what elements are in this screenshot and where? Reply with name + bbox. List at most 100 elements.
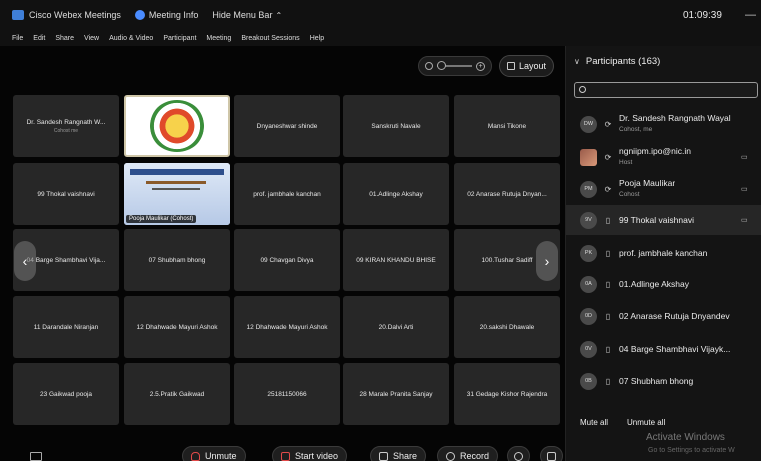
video-tile[interactable]: 12 Dhahwade Mayuri Ashok (234, 296, 340, 358)
video-tile[interactable]: 01.Adlinge Akshay (343, 163, 449, 225)
video-tile[interactable]: Dnyaneshwar shinde (234, 95, 340, 157)
unmute-button[interactable]: Unmute (182, 446, 246, 461)
share-button[interactable]: Share (370, 446, 427, 461)
zoom-slider[interactable]: + (418, 56, 492, 76)
menu-participant[interactable]: Participant (163, 35, 196, 42)
menu-audio-video[interactable]: Audio & Video (109, 35, 153, 42)
participant-row[interactable]: 0D ▯ 02 Anarase Rutuja Dnyandev (566, 301, 761, 331)
participant-name: 04 Barge Shambhavi Vijayk... (619, 344, 731, 354)
menu-edit[interactable]: Edit (33, 35, 45, 42)
participant-role: Cohost, me (619, 126, 653, 133)
participant-name: 07 Shubham bhong (619, 376, 694, 386)
menu-file[interactable]: File (12, 35, 23, 42)
app-name: Cisco Webex Meetings (29, 10, 121, 20)
video-tile[interactable]: 07 Shubham bhong (124, 229, 230, 291)
start-video-button[interactable]: Start video (272, 446, 348, 461)
video-tile[interactable]: 20.Dalvi Arti (343, 296, 449, 358)
tile-name: 28 Marale Pranita Sanjay (359, 390, 433, 398)
info-icon[interactable] (134, 10, 145, 20)
reactions-icon (514, 451, 523, 461)
zoom-track[interactable] (437, 61, 472, 70)
menu-help[interactable]: Help (310, 35, 324, 42)
participant-row[interactable]: 9V ▯ 99 Thokal vaishnavi ▭ (566, 205, 761, 235)
minimize-icon[interactable]: — (745, 9, 756, 21)
record-label: Record (460, 451, 490, 461)
video-off-icon (281, 451, 290, 461)
participant-row[interactable]: 0A ▯ 01.Adlinge Akshay (566, 269, 761, 299)
tile-name: 20.Dalvi Arti (378, 323, 414, 331)
video-tile[interactable]: 20.sakshi Dhawale (454, 296, 560, 358)
caption-icon[interactable] (30, 452, 42, 461)
video-tile[interactable]: Dr. Sandesh Rangnath W... Cohost me (13, 95, 119, 157)
participant-row[interactable]: PM ⟳ Pooja Maulikar Cohost ▭ (566, 174, 761, 204)
mute-all-button[interactable]: Mute all (580, 418, 608, 427)
participant-row[interactable]: 0V ▯ 04 Barge Shambhavi Vijayk... (566, 334, 761, 364)
video-tile[interactable]: 23 Gaikwad pooja (13, 363, 119, 425)
video-tile[interactable]: 99 Thokal vaishnavi (13, 163, 119, 225)
video-tile[interactable]: 28 Marale Pranita Sanjay (343, 363, 449, 425)
participant-row[interactable]: 0B ▯ 07 Shubham bhong (566, 366, 761, 396)
record-button[interactable]: Record (437, 446, 499, 461)
chevron-right-icon: › (544, 253, 550, 269)
menu-breakout-sessions[interactable]: Breakout Sessions (241, 35, 299, 42)
participant-role: Cohost (619, 191, 640, 198)
webex-logo-icon (12, 10, 24, 20)
hide-menu-bar-button[interactable]: Hide Menu Bar (212, 10, 272, 20)
video-tile[interactable]: 25181150066 (234, 363, 340, 425)
participant-row[interactable]: DW ⟳ Dr. Sandesh Rangnath Wayal Cohost, me (566, 109, 761, 139)
chevron-down-icon[interactable]: ∨ (574, 57, 580, 66)
meeting-info-button[interactable]: Meeting Info (149, 10, 199, 20)
zoom-out-icon[interactable] (425, 62, 433, 70)
participant-status-icon: ⟳ (604, 119, 612, 129)
tile-name: 12 Dhahwade Mayuri Ashok (246, 323, 328, 331)
zoom-in-icon[interactable]: + (476, 61, 485, 71)
participant-status-icon: ⟳ (604, 152, 612, 162)
avatar: 9V (580, 211, 597, 229)
menu-share[interactable]: Share (55, 35, 74, 42)
chevron-up-icon[interactable]: ⌃ (275, 11, 282, 20)
next-page-button[interactable]: › (536, 241, 558, 281)
video-tile[interactable]: 09 KIRAN KHANDU BHISE (343, 229, 449, 291)
tile-name: Sanskruti Navale (371, 122, 421, 130)
participants-header[interactable]: ∨ Participants (163) (574, 56, 660, 67)
zoom-knob[interactable] (437, 61, 446, 70)
menu-view[interactable]: View (84, 35, 99, 42)
participant-row[interactable]: ⟳ ngniipm.ipo@nic.in Host ▭ (566, 142, 761, 172)
video-tile[interactable]: 11 Darandale Niranjan (13, 296, 119, 358)
participant-search-input[interactable] (574, 82, 758, 98)
tile-name: Dnyaneshwar shinde (256, 122, 318, 130)
activate-windows-title: Activate Windows (646, 432, 725, 443)
apps-button[interactable] (540, 446, 563, 461)
video-tile[interactable]: 31 Gedage Kishor Rajendra (454, 363, 560, 425)
video-off-icon[interactable]: ▭ (741, 216, 748, 224)
previous-page-button[interactable]: ‹ (14, 241, 36, 281)
video-tile[interactable]: 2.5.Pratik Gaikwad (124, 363, 230, 425)
menu-meeting[interactable]: Meeting (206, 35, 231, 42)
video-off-icon[interactable]: ▭ (741, 185, 748, 193)
avatar: DW (580, 115, 597, 133)
video-tile[interactable]: prof. jambhale kanchan (234, 163, 340, 225)
layout-button[interactable]: Layout (499, 55, 554, 77)
participant-name: Dr. Sandesh Rangnath Wayal (619, 113, 731, 123)
video-tile[interactable] (124, 95, 230, 157)
video-off-icon[interactable]: ▭ (741, 153, 748, 161)
tile-name: 31 Gedage Kishor Rajendra (466, 390, 548, 398)
tile-name: 11 Darandale Niranjan (33, 323, 99, 331)
tile-name: 99 Thokal vaishnavi (37, 190, 95, 198)
unmute-all-button[interactable]: Unmute all (627, 418, 665, 427)
video-tile[interactable]: Pooja Maulikar (Cohost) (124, 163, 230, 225)
tile-role: Cohost me (53, 127, 79, 134)
video-tile[interactable]: 02 Anarase Rutuja Dnyan... (454, 163, 560, 225)
reactions-button[interactable] (507, 446, 530, 461)
video-tile[interactable]: 12 Dhahwade Mayuri Ashok (124, 296, 230, 358)
video-tile[interactable]: Mansi Tikone (454, 95, 560, 157)
meeting-timer: 01:09:39 (683, 10, 722, 21)
participant-status-icon: ▯ (605, 248, 611, 258)
video-tile[interactable]: Sanskruti Navale (343, 95, 449, 157)
participant-row[interactable]: PK ▯ prof. jambhale kanchan (566, 238, 761, 268)
grid-icon (506, 62, 515, 70)
video-tile[interactable]: 09 Chavgan Divya (234, 229, 340, 291)
participant-status-icon: ▯ (605, 279, 611, 289)
avatar: PM (580, 180, 597, 198)
tile-name: 02 Anarase Rutuja Dnyan... (467, 190, 547, 198)
